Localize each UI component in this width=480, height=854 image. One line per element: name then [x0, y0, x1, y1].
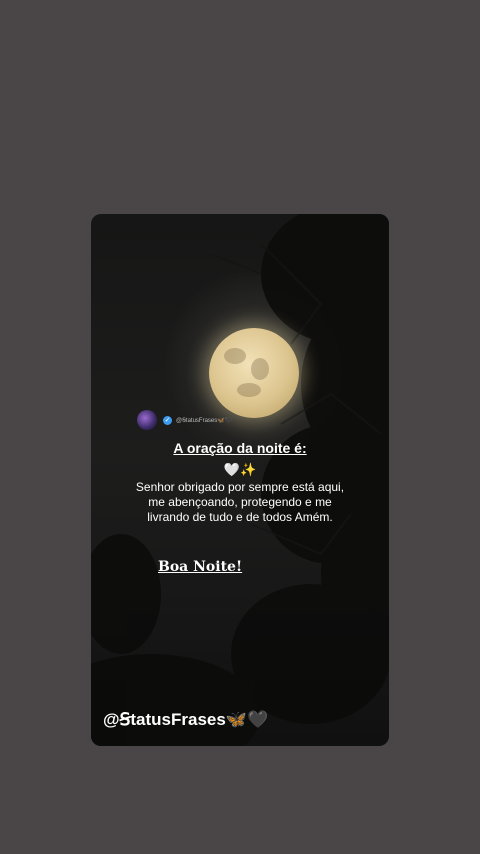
author-handle: @ꞨtatusFrases🦋🖤: [176, 417, 233, 424]
post-title: A oração da noite é:: [173, 440, 307, 456]
prayer-text: Senhor obrigado por sempre está aqui, me…: [135, 480, 345, 524]
post-author[interactable]: ✓ @ꞨtatusFrases🦋🖤: [137, 410, 232, 430]
good-night-text: Boa Noite!: [158, 559, 243, 575]
avatar[interactable]: [137, 410, 157, 430]
story-card: ✓ @ꞨtatusFrases🦋🖤 A oração da noite é: 🤍…: [91, 214, 389, 746]
footer-handle: @ꞨtatusFrases🦋🖤: [103, 710, 269, 729]
verified-badge-icon: ✓: [163, 415, 172, 425]
emoji-line: 🤍✨: [223, 462, 257, 477]
full-moon: [209, 328, 299, 418]
